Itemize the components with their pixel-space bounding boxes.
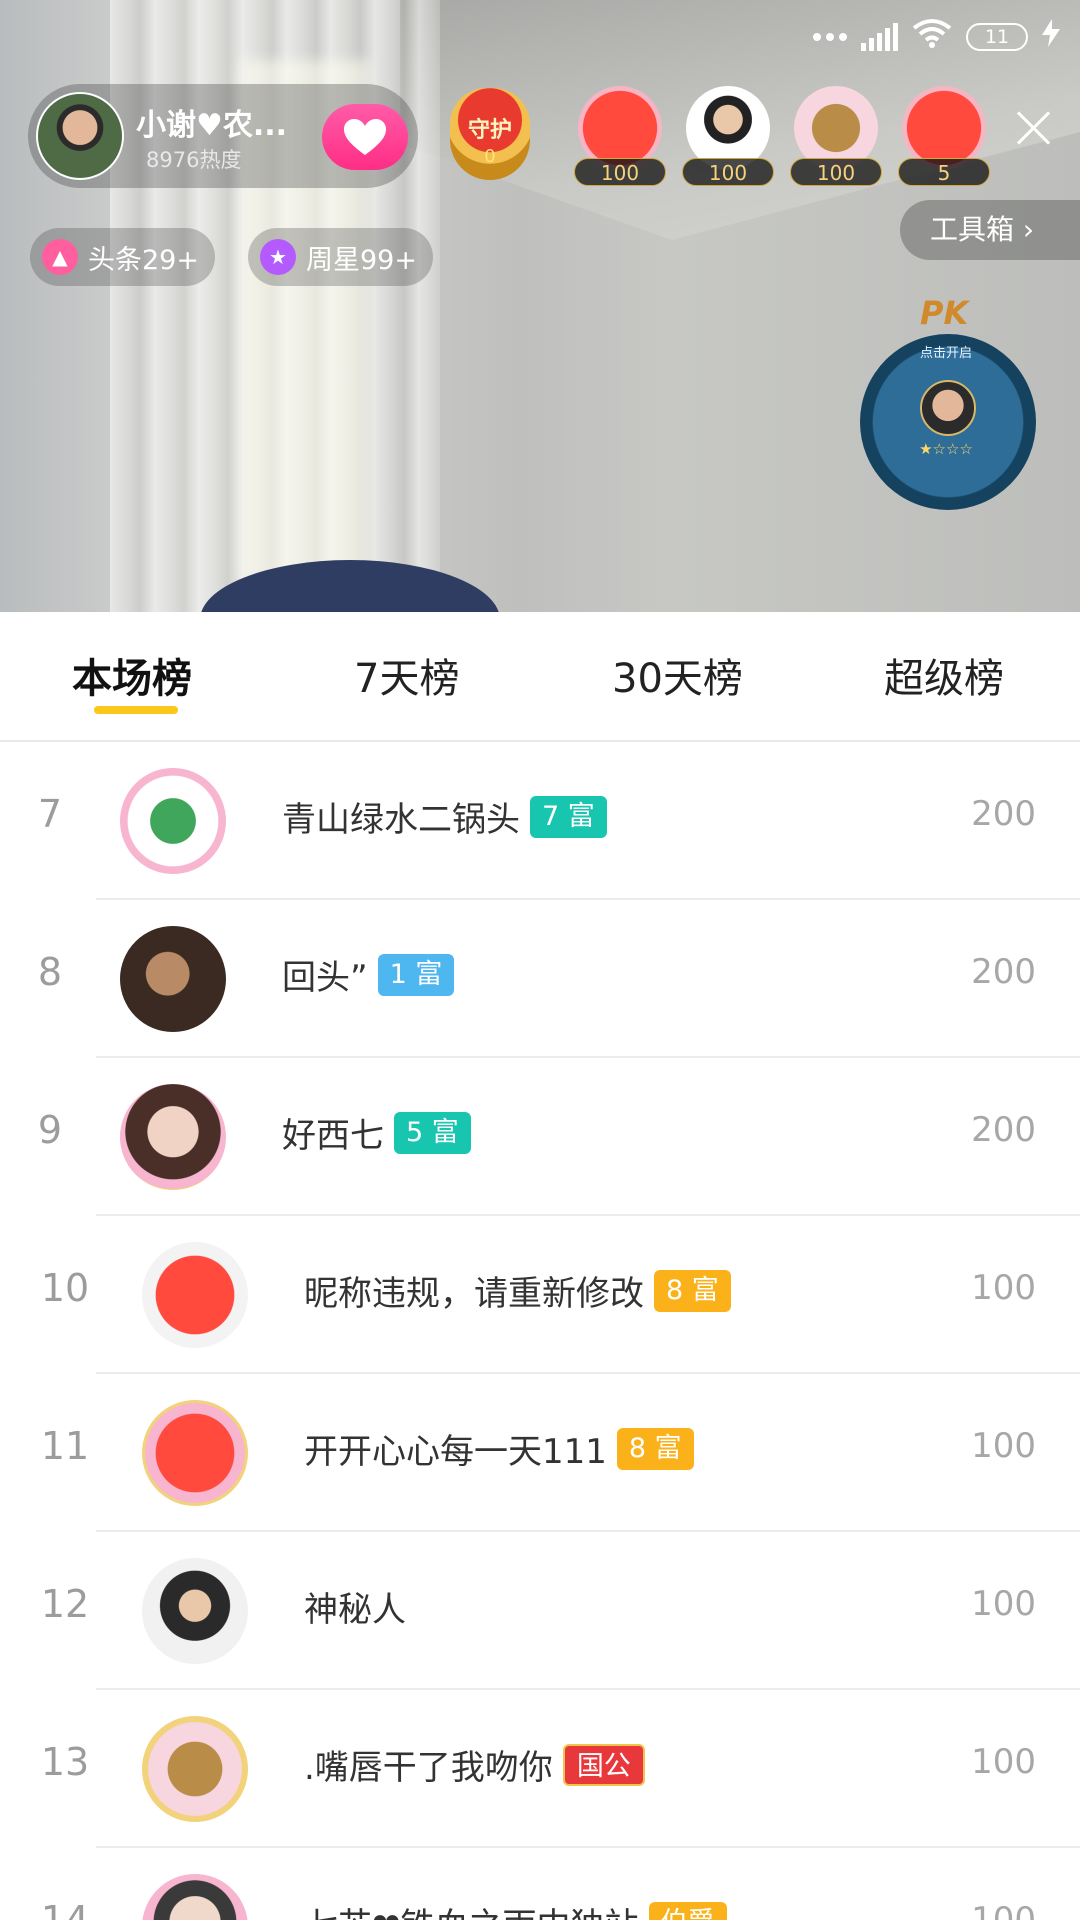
- user-name-group: 神秘人: [304, 1582, 406, 1631]
- user-name-group: 回头” 1 富: [282, 950, 455, 999]
- list-item[interactable]: 12 神秘人 100: [0, 1532, 1080, 1690]
- user-avatar[interactable]: [120, 1084, 226, 1190]
- tab-30-days[interactable]: 30天榜: [612, 646, 743, 704]
- signal-icon: [861, 22, 898, 51]
- tab-super[interactable]: 超级榜: [884, 646, 1004, 704]
- wealth-badge: 5 富: [394, 1111, 471, 1154]
- contribution-score: 200: [971, 1110, 1036, 1150]
- live-video-area: 11 小谢♥农... 8976热度 守护 0 100 100 100 5 工具箱…: [0, 0, 1080, 612]
- list-item[interactable]: 14 七芯❤铁血之雨中独站 伯爵 100: [0, 1848, 1080, 1920]
- list-item[interactable]: 11 开开心心每一天111 8 富 100: [0, 1374, 1080, 1532]
- user-name: 七芯❤铁血之雨中独站: [304, 1898, 639, 1920]
- pk-host-avatar: [920, 380, 976, 436]
- guard-badge[interactable]: 守护 0: [440, 84, 540, 184]
- user-name: 回头”: [282, 958, 368, 998]
- user-name: .嘴唇干了我吻你: [304, 1748, 553, 1788]
- user-avatar[interactable]: [142, 1716, 248, 1822]
- noble-badge: 国公: [562, 1743, 645, 1786]
- viewer-avatar[interactable]: 5: [898, 86, 990, 186]
- more-dots-icon: [813, 32, 847, 41]
- tab-current-session[interactable]: 本场榜: [72, 646, 192, 704]
- contribution-score: 100: [971, 1584, 1036, 1624]
- viewer-contribution: 5: [898, 158, 990, 186]
- host-heat: 8976热度: [146, 148, 242, 172]
- list-item[interactable]: 7 青山绿水二锅头 7 富 200: [0, 742, 1080, 900]
- host-name: 小谢♥农...: [136, 108, 288, 143]
- wealth-badge: 7 富: [530, 795, 607, 838]
- rank-number: 11: [40, 1424, 90, 1468]
- list-item[interactable]: 13 .嘴唇干了我吻你 国公 100: [0, 1690, 1080, 1848]
- host-avatar[interactable]: [36, 92, 124, 180]
- list-item[interactable]: 10 昵称违规，请重新修改 8 富 100: [0, 1216, 1080, 1374]
- contribution-score: 100: [971, 1900, 1036, 1920]
- pk-stars: ★☆☆☆: [919, 440, 973, 458]
- guard-label: 守护: [467, 118, 512, 143]
- top-viewers: 100 100 100 5: [574, 86, 990, 186]
- status-bar: 11: [813, 18, 1060, 55]
- user-name: 好西七: [282, 1116, 384, 1156]
- rank-number: 9: [37, 1108, 63, 1152]
- viewer-contribution: 100: [682, 158, 774, 186]
- weekly-star-tag[interactable]: ★ 周星99+: [248, 228, 433, 286]
- star-icon: ★: [260, 239, 296, 275]
- rank-number: 7: [37, 792, 63, 836]
- user-avatar[interactable]: [142, 1400, 248, 1506]
- user-avatar[interactable]: [142, 1242, 248, 1348]
- guard-count: 0: [484, 146, 496, 167]
- headline-tag[interactable]: ▲ 头条29+: [30, 228, 215, 286]
- user-name-group: 好西七 5 富: [282, 1108, 471, 1157]
- close-icon[interactable]: [1012, 106, 1056, 150]
- active-tab-indicator: [94, 706, 178, 714]
- follow-button[interactable]: [322, 104, 408, 170]
- user-name: 青山绿水二锅头: [282, 800, 520, 840]
- contribution-score: 100: [971, 1268, 1036, 1308]
- rank-number: 8: [37, 950, 63, 994]
- user-avatar[interactable]: [142, 1874, 248, 1920]
- viewer-contribution: 100: [574, 158, 666, 186]
- wealth-badge: 1 富: [377, 953, 455, 996]
- wealth-badge: 8 富: [654, 1269, 731, 1312]
- user-name-group: .嘴唇干了我吻你 国公: [304, 1740, 645, 1789]
- charging-icon: [1042, 19, 1060, 54]
- user-name-group: 开开心心每一天111 8 富: [304, 1424, 694, 1473]
- user-name-group: 七芯❤铁血之雨中独站 伯爵: [304, 1898, 727, 1920]
- user-name: 开开心心每一天111: [304, 1432, 607, 1472]
- heart-icon: [344, 119, 386, 155]
- contribution-score: 200: [971, 952, 1036, 992]
- pk-widget[interactable]: PK 点击开启 ★☆☆☆: [848, 294, 1044, 514]
- battery-icon: 11: [966, 22, 1028, 51]
- contribution-score: 100: [971, 1426, 1036, 1466]
- headline-tag-label: 头条29+: [88, 244, 199, 276]
- rank-number: 13: [40, 1740, 90, 1784]
- wifi-icon: [912, 18, 952, 55]
- pk-hint: 点击开启: [919, 346, 972, 361]
- pk-logo: PK: [920, 294, 969, 332]
- user-name: 神秘人: [304, 1590, 406, 1630]
- user-name: 昵称违规，请重新修改: [304, 1274, 644, 1314]
- toolbox-button[interactable]: 工具箱 ›: [900, 200, 1080, 260]
- ranking-list[interactable]: 7 青山绿水二锅头 7 富 200 8 回头” 1 富 200 9 好西七 5 …: [0, 742, 1080, 1920]
- contribution-score: 200: [971, 794, 1036, 834]
- user-avatar[interactable]: [120, 926, 226, 1032]
- user-avatar[interactable]: [120, 768, 226, 874]
- noble-badge: 伯爵: [648, 1901, 727, 1920]
- rank-number: 10: [40, 1266, 90, 1310]
- rank-number: 12: [40, 1582, 90, 1626]
- weekly-star-tag-label: 周星99+: [306, 244, 417, 276]
- viewer-avatar[interactable]: 100: [790, 86, 882, 186]
- contribution-score: 100: [971, 1742, 1036, 1782]
- flame-icon: ▲: [42, 239, 78, 275]
- tab-7-days[interactable]: 7天榜: [354, 646, 459, 704]
- list-item[interactable]: 8 回头” 1 富 200: [0, 900, 1080, 1058]
- viewer-avatar[interactable]: 100: [574, 86, 666, 186]
- list-item[interactable]: 9 好西七 5 富 200: [0, 1058, 1080, 1216]
- rank-number: 14: [40, 1898, 90, 1920]
- viewer-contribution: 100: [790, 158, 882, 186]
- user-name-group: 青山绿水二锅头 7 富: [282, 792, 607, 841]
- user-name-group: 昵称违规，请重新修改 8 富: [304, 1266, 731, 1315]
- wealth-badge: 8 富: [616, 1427, 694, 1470]
- ranking-tabs: 本场榜 7天榜 30天榜 超级榜: [0, 612, 1080, 742]
- viewer-avatar[interactable]: 100: [682, 86, 774, 186]
- user-avatar[interactable]: [142, 1558, 248, 1664]
